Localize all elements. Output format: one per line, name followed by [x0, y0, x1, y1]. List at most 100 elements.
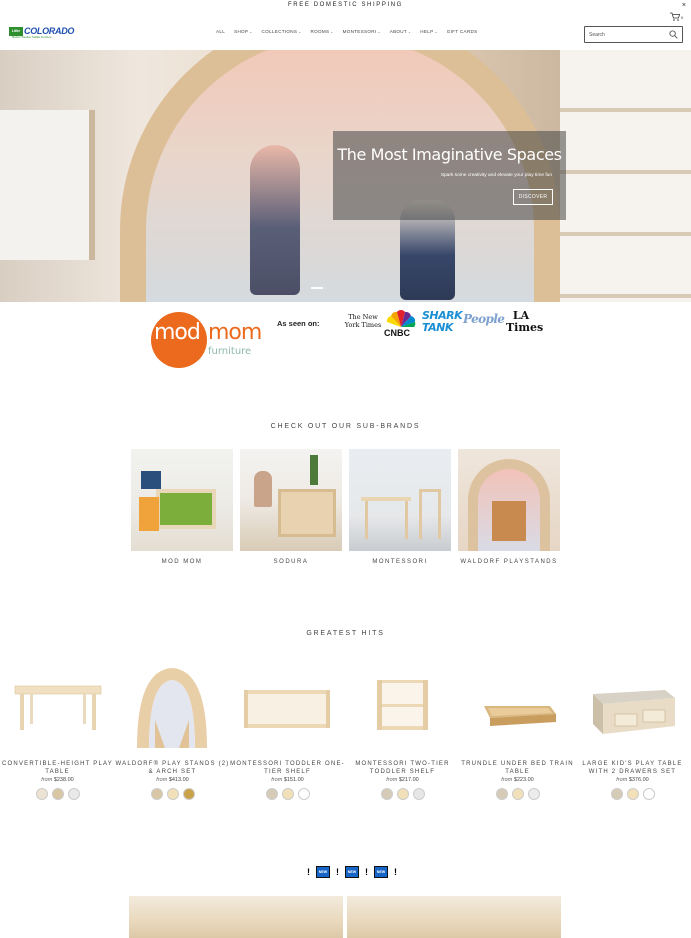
- color-swatch[interactable]: [626, 788, 639, 800]
- color-swatch[interactable]: [67, 788, 80, 800]
- color-swatch[interactable]: [495, 788, 508, 800]
- hero-title: The Most Imaginative Spaces: [337, 145, 562, 164]
- sub-brand-label: SODURA: [273, 559, 309, 565]
- product-card[interactable]: LARGE KID'S PLAY TABLE WITH 2 DRAWERS SE…: [575, 660, 690, 805]
- product-image[interactable]: [585, 660, 680, 755]
- product-image[interactable]: [355, 660, 450, 755]
- swatch-row: [115, 788, 230, 800]
- color-swatch[interactable]: [281, 788, 294, 800]
- swatch-row: [460, 788, 575, 800]
- color-swatch[interactable]: [527, 788, 540, 800]
- color-swatch[interactable]: [610, 788, 623, 800]
- main-nav: ALL SHOP⌄ COLLECTIONS⌄ ROOMS⌄ MONTESSORI…: [216, 29, 477, 37]
- color-swatch[interactable]: [166, 788, 179, 800]
- color-swatch[interactable]: [150, 788, 163, 800]
- press-section: mod mom furniture As seen on: The New Yo…: [0, 302, 691, 380]
- logo-tagline: Modern Wooden Toddler Furniture: [12, 36, 52, 39]
- color-swatch[interactable]: [35, 788, 48, 800]
- swatch-row: [345, 788, 460, 800]
- product-name[interactable]: CONVERTIBLE-HEIGHT PLAY TABLE: [0, 761, 115, 776]
- hero-bookshelf: [560, 50, 691, 302]
- nav-item-shop[interactable]: SHOP⌄: [234, 29, 252, 37]
- discover-button[interactable]: DISCOVER: [513, 189, 553, 205]
- product-image[interactable]: [125, 660, 220, 755]
- cnbc-peacock-icon: [386, 310, 416, 327]
- product-card[interactable]: CONVERTIBLE-HEIGHT PLAY TABLE from $238.…: [0, 660, 115, 805]
- sub-brand-card[interactable]: MOD MOM: [131, 449, 233, 569]
- cart-count: 0: [681, 15, 684, 20]
- color-swatch[interactable]: [412, 788, 425, 800]
- chevron-down-icon: ⌄: [330, 30, 334, 34]
- exclamation-icon: !: [365, 867, 368, 877]
- sub-brand-card[interactable]: WALDORF PLAYSTANDS: [458, 449, 560, 569]
- logo-wordmark: COLORADO: [24, 26, 75, 36]
- exclamation-icon: !: [394, 867, 397, 877]
- sub-brand-image[interactable]: [240, 449, 342, 551]
- product-price: from $376.00: [616, 777, 649, 783]
- cart-icon[interactable]: [670, 12, 681, 23]
- nav-item-collections[interactable]: COLLECTIONS⌄: [262, 29, 302, 37]
- product-image[interactable]: [240, 660, 335, 755]
- sub-brand-card[interactable]: MONTESSORI: [349, 449, 451, 569]
- site-logo[interactable]: Little COLORADO Modern Wooden Toddler Fu…: [9, 26, 75, 39]
- product-card[interactable]: TRUNDLE UNDER BED TRAIN TABLE from $223.…: [460, 660, 575, 805]
- product-card[interactable]: MONTESSORI TODDLER ONE-TIER SHELF from $…: [230, 660, 345, 805]
- color-swatch[interactable]: [265, 788, 278, 800]
- slider-indicator[interactable]: [311, 287, 323, 289]
- modmom-logo-furniture: furniture: [208, 346, 252, 357]
- greatest-hits-grid: CONVERTIBLE-HEIGHT PLAY TABLE from $238.…: [0, 660, 691, 805]
- modmom-logo-mom: mom: [208, 320, 262, 345]
- nav-item-about[interactable]: ABOUT⌄: [390, 29, 412, 37]
- shark-tank-logo: SHARK TANK: [422, 309, 463, 334]
- sub-brand-card[interactable]: SODURA: [240, 449, 342, 569]
- nav-item-montessori[interactable]: MONTESSORI⌄: [343, 29, 381, 37]
- product-name[interactable]: TRUNDLE UNDER BED TRAIN TABLE: [460, 761, 575, 776]
- product-price: from $413.00: [156, 777, 189, 783]
- sub-brand-image[interactable]: [349, 449, 451, 551]
- exclamation-icon: !: [307, 867, 310, 877]
- product-card[interactable]: MONTESSORI TWO-TIER TODDLER SHELF from $…: [345, 660, 460, 805]
- search-icon[interactable]: [669, 30, 678, 39]
- color-swatch[interactable]: [182, 788, 195, 800]
- search-box: [584, 26, 683, 43]
- product-price: from $223.00: [501, 777, 534, 783]
- color-swatch[interactable]: [380, 788, 393, 800]
- product-card[interactable]: WALDORF® PLAY STANDS (2) & ARCH SET from…: [115, 660, 230, 805]
- modmom-logo-mod: mod: [154, 320, 201, 345]
- hero-window: [0, 110, 95, 260]
- seen-on-label: As seen on:: [277, 319, 320, 328]
- new-badge: NEW: [316, 866, 330, 878]
- greatest-hits-title: GREATEST HITS: [306, 630, 385, 637]
- new-badge: NEW: [374, 866, 388, 878]
- product-name[interactable]: WALDORF® PLAY STANDS (2) & ARCH SET: [115, 761, 230, 776]
- color-swatch[interactable]: [396, 788, 409, 800]
- hero-overlay: The Most Imaginative Spaces Spark some c…: [333, 131, 566, 220]
- nav-item-all[interactable]: ALL: [216, 29, 225, 37]
- color-swatch[interactable]: [642, 788, 655, 800]
- product-image[interactable]: [470, 660, 565, 755]
- product-name[interactable]: MONTESSORI TWO-TIER TODDLER SHELF: [345, 761, 460, 776]
- search-input[interactable]: [589, 29, 669, 40]
- color-swatch[interactable]: [51, 788, 64, 800]
- swatch-row: [575, 788, 690, 800]
- chevron-down-icon: ⌄: [249, 30, 253, 34]
- exclamation-icon: !: [336, 867, 339, 877]
- product-name[interactable]: LARGE KID'S PLAY TABLE WITH 2 DRAWERS SE…: [575, 761, 690, 776]
- color-swatch[interactable]: [297, 788, 310, 800]
- product-name[interactable]: MONTESSORI TODDLER ONE-TIER SHELF: [230, 761, 345, 776]
- hero-banner: The Most Imaginative Spaces Spark some c…: [0, 50, 691, 302]
- close-icon[interactable]: ×: [682, 0, 686, 11]
- product-image[interactable]: [10, 660, 105, 755]
- announcement-text: FREE DOMESTIC SHIPPING: [288, 2, 403, 8]
- nav-item-rooms[interactable]: ROOMS⌄: [310, 29, 333, 37]
- nav-item-help[interactable]: HELP⌄: [420, 29, 437, 37]
- featured-image[interactable]: [129, 896, 343, 938]
- sub-brand-image[interactable]: [131, 449, 233, 551]
- color-swatch[interactable]: [511, 788, 524, 800]
- sub-brand-image[interactable]: [458, 449, 560, 551]
- people-logo: People: [463, 312, 505, 326]
- sub-brands-grid: MOD MOM SODURA MONTESSORI WALDORF PLAYST…: [131, 449, 561, 569]
- featured-image[interactable]: [347, 896, 561, 938]
- nav-item-gift-cards[interactable]: GIFT CARDS: [447, 29, 478, 37]
- sub-brand-label: WALDORF PLAYSTANDS: [460, 559, 558, 565]
